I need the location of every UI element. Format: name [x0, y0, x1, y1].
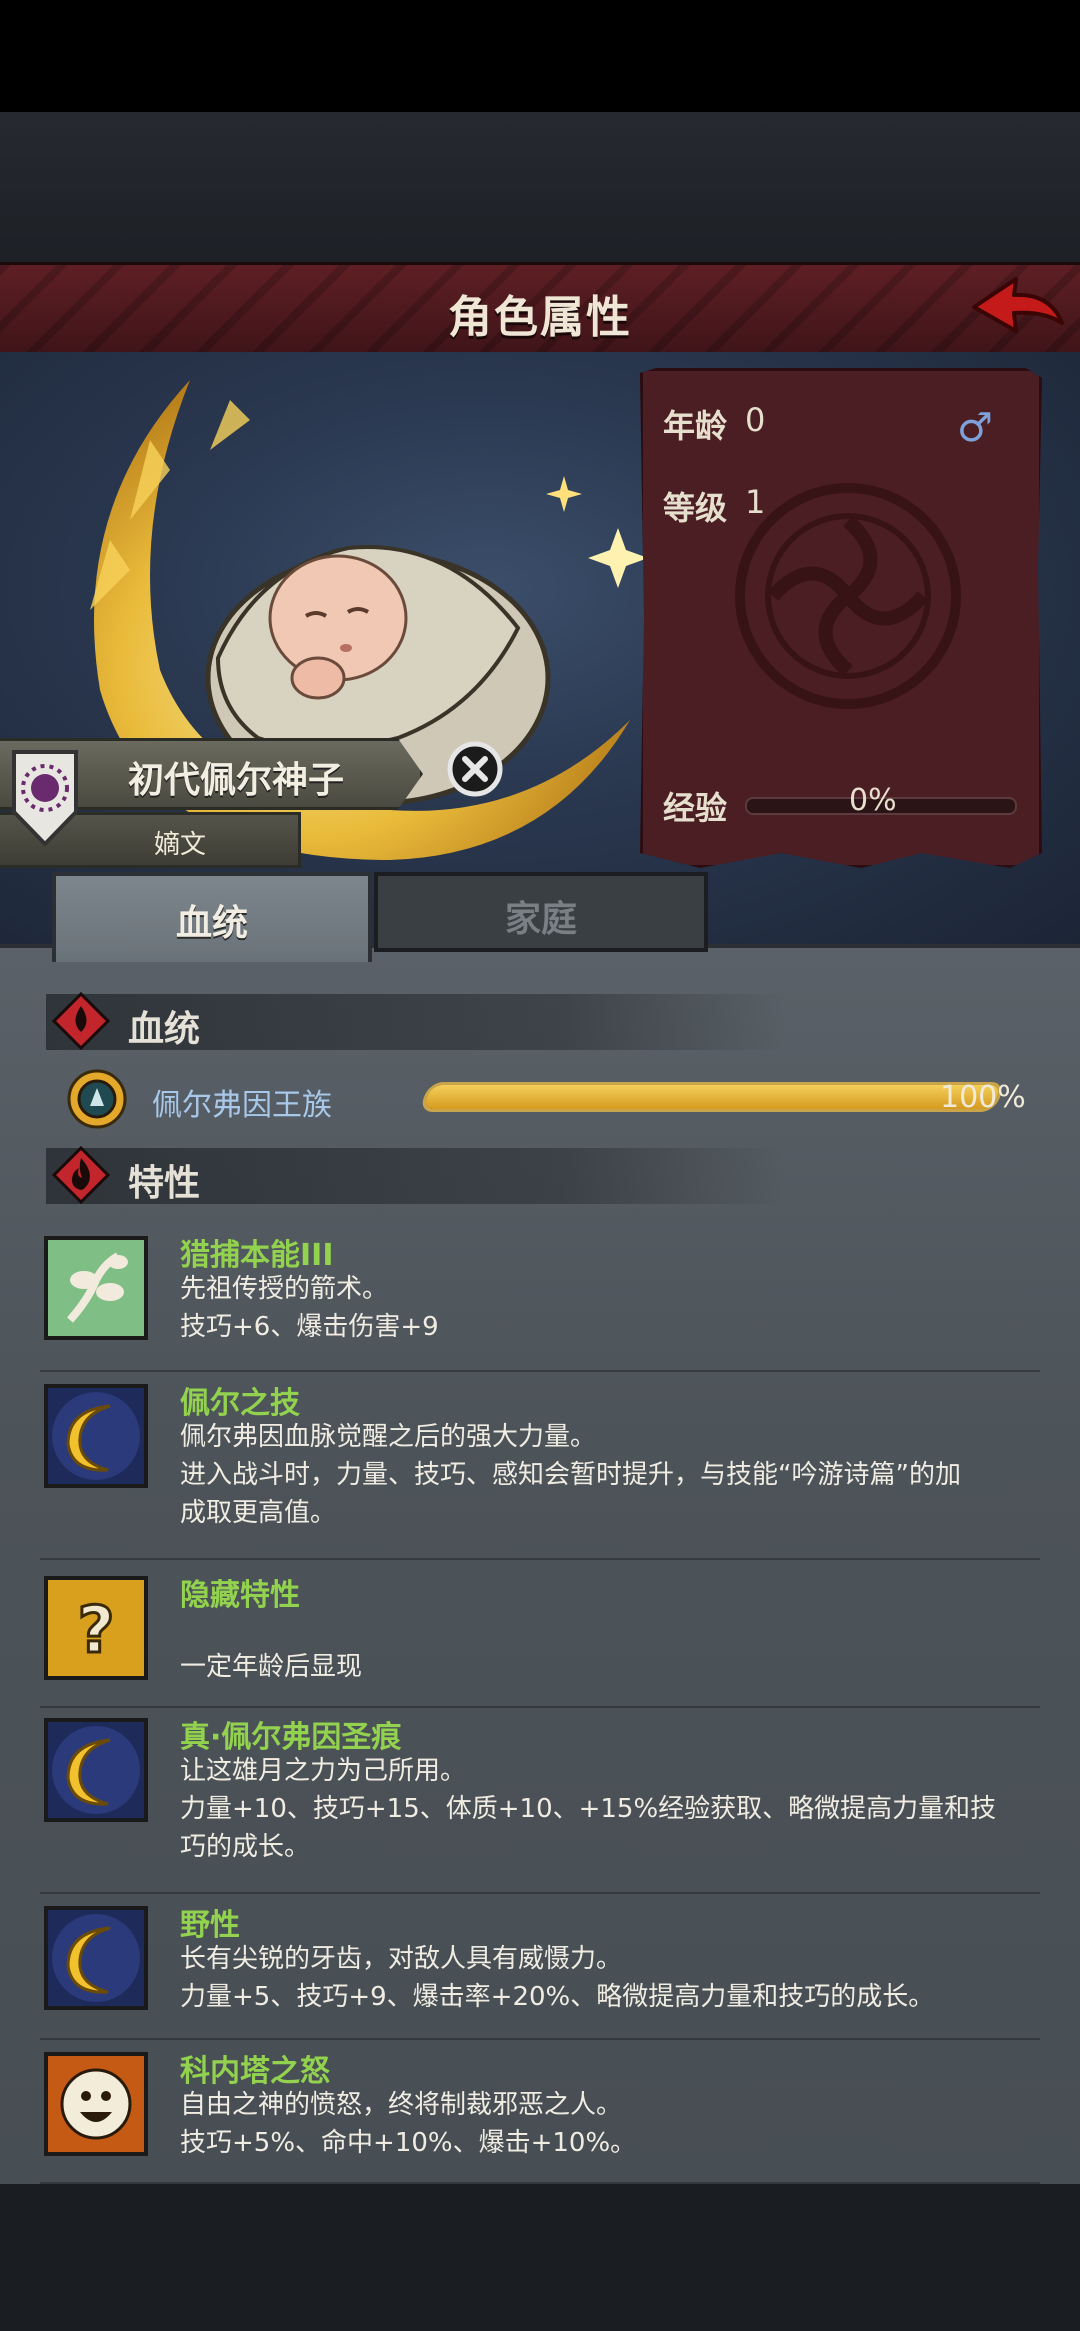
trait-description-line: 长有尖锐的牙齿，对敌人具有威慑力。: [180, 1944, 623, 1974]
page-title: 角色属性: [448, 292, 632, 343]
tab-bloodline[interactable]: 血统: [52, 872, 372, 962]
trait-description-line: 成取更高值。: [180, 1498, 337, 1528]
trait-description-line: 自由之神的愤怒，终将制裁邪恶之人。: [180, 2090, 623, 2120]
bottom-band: [0, 2184, 1080, 2331]
bloodline-section-title: 血统: [128, 1009, 201, 1050]
trait-name: 野性: [180, 1908, 240, 1943]
trait-description-line: 技巧+5%、命中+10%、爆击+10%。: [180, 2128, 637, 2158]
back-arrow-icon: [972, 277, 1064, 333]
age-value: 0: [745, 401, 766, 439]
fire-icon: [52, 1146, 110, 1204]
lineage-name: 佩尔弗因王族: [152, 1088, 332, 1123]
trait-description-line: 让这雄月之力为己所用。: [180, 1756, 467, 1786]
trait-name: 猎捕本能III: [180, 1238, 334, 1273]
trait-description-line: 力量+10、技巧+15、体质+10、+15%经验获取、略微提高力量和技: [180, 1794, 997, 1824]
trait-row[interactable]: 真·佩尔弗因圣痕 让这雄月之力为己所用。力量+10、技巧+15、体质+10、+15…: [40, 1712, 1040, 1894]
top-band: [0, 112, 1080, 262]
sun-face-icon: [44, 2052, 148, 2156]
tab-family-label: 家庭: [504, 899, 577, 940]
exp-value: 0%: [849, 783, 897, 818]
trait-row[interactable]: ? 隐藏特性一定年龄后显现: [40, 1570, 1040, 1708]
trait-name: 隐藏特性: [180, 1578, 300, 1613]
back-button[interactable]: [970, 273, 1066, 345]
tab-bloodline-label: 血统: [175, 903, 248, 944]
character-subtitle: 嫡文: [154, 830, 207, 860]
crescent-icon: [44, 1718, 148, 1822]
lineage-percent: 100%: [940, 1080, 1026, 1115]
question-icon: ?: [44, 1576, 148, 1680]
trait-description-line: 技巧+6、爆击伤害+9: [180, 1312, 439, 1342]
level-value: 1: [745, 483, 766, 521]
title-banner: 角色属性: [0, 262, 1080, 359]
character-name: 初代佩尔神子: [128, 760, 345, 801]
trait-row[interactable]: 科内塔之怒 自由之神的愤怒，终将制裁邪恶之人。 技巧+5%、命中+10%、爆击+10…: [40, 2046, 1040, 2184]
celtic-knot-emblem: [735, 483, 961, 709]
male-icon: ♂: [957, 405, 993, 451]
close-icon[interactable]: [446, 740, 504, 798]
exp-label: 经验: [663, 789, 728, 827]
trait-description-line: 力量+5、技巧+9、爆击率+20%、略微提高力量和技巧的成长。: [180, 1982, 935, 2012]
trait-row[interactable]: 佩尔之技 佩尔弗因血脉觉醒之后的强大力量。进入战斗时，力量、技巧、感知会暂时提升，…: [40, 1378, 1040, 1560]
lineage-progress-bar: [418, 1082, 1006, 1112]
bloodline-section-header: 血统: [46, 992, 786, 1050]
trait-description-line: 进入战斗时，力量、技巧、感知会暂时提升，与技能“吟游诗篇”的加: [180, 1460, 961, 1490]
trait-name: 佩尔之技: [180, 1386, 300, 1421]
trait-name: 真·佩尔弗因圣痕: [180, 1720, 402, 1755]
branch-icon: [44, 1236, 148, 1340]
traits-section-header: 特性: [46, 1146, 786, 1204]
laurel-crest-icon: [67, 1069, 127, 1129]
level-label: 等级: [663, 489, 728, 527]
trait-name: 科内塔之怒: [180, 2054, 330, 2089]
lineage-progress-fill: [422, 1085, 1002, 1109]
trait-row[interactable]: 野性 长有尖锐的牙齿，对敌人具有威慑力。力量+5、技巧+9、爆击率+20%、略微提…: [40, 1900, 1040, 2040]
trait-description-line: 先祖传授的箭术。: [180, 1274, 389, 1304]
trait-row[interactable]: 猎捕本能III 先祖传授的箭术。技巧+6、爆击伤害+9: [40, 1230, 1040, 1372]
trait-description-line: 一定年龄后显现: [180, 1652, 363, 1682]
lineage-row: 佩尔弗因王族 100%: [64, 1066, 1044, 1132]
trait-description-line: 巧的成长。: [180, 1832, 311, 1862]
traits-section-title: 特性: [128, 1163, 201, 1204]
crescent-icon: [44, 1906, 148, 2010]
tab-family[interactable]: 家庭: [374, 872, 708, 952]
status-bar: [0, 0, 1080, 112]
age-label: 年龄: [663, 407, 728, 445]
crescent-icon: [44, 1384, 148, 1488]
trait-description-line: 佩尔弗因血脉觉醒之后的强大力量。: [180, 1422, 597, 1452]
stats-panel: 年龄 0 ♂ 等级 1 经验 0%: [640, 368, 1042, 868]
svg-text:?: ?: [77, 1594, 114, 1668]
family-crest-icon: [12, 750, 78, 847]
blood-drop-icon: [52, 992, 110, 1050]
